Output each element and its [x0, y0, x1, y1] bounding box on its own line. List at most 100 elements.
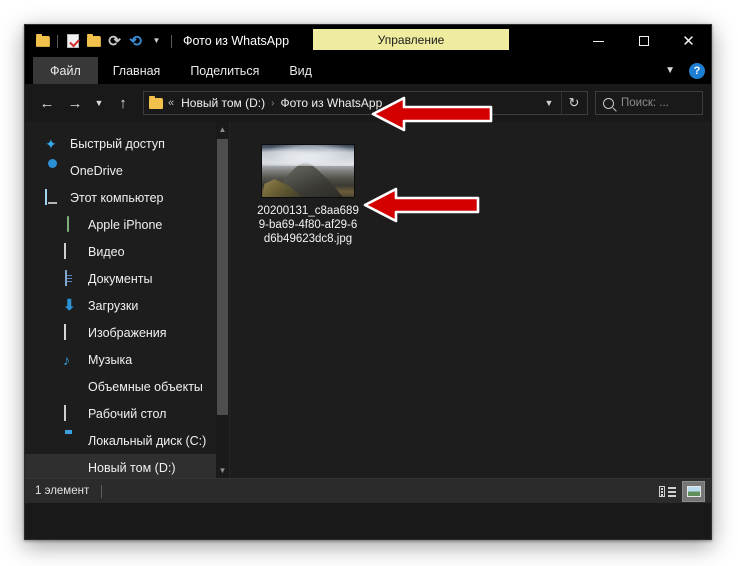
- file-name-label: 20200131_c8aa6899-ba69-4f80-af29-6d6b496…: [257, 205, 359, 245]
- documents-icon: [63, 269, 79, 287]
- sidebar-item-desktop[interactable]: Рабочий стол: [25, 400, 229, 427]
- contextual-tab-manage[interactable]: Управление: [313, 29, 509, 50]
- large-icons-view-button[interactable]: [682, 481, 705, 502]
- scroll-up-button[interactable]: ▲: [216, 122, 229, 137]
- system-drive-icon: [63, 433, 79, 449]
- recent-locations-button[interactable]: ▼: [89, 89, 109, 117]
- tab-home[interactable]: Главная: [98, 57, 176, 84]
- sidebar-item-label: Рабочий стол: [88, 406, 167, 421]
- breadcrumb-separator[interactable]: ›: [271, 98, 274, 109]
- sidebar-item-label: Изображения: [88, 325, 167, 340]
- quick-access-properties-icon[interactable]: [62, 30, 83, 52]
- sidebar-item-local-disk-c[interactable]: Локальный диск (C:): [25, 427, 229, 454]
- sidebar-item-this-pc[interactable]: Этот компьютер: [25, 184, 229, 211]
- phone-icon: [63, 215, 79, 233]
- chevron-down-icon: ▼: [152, 36, 161, 45]
- quick-access-redo-button[interactable]: ⟳: [104, 30, 125, 52]
- properties-icon: [66, 34, 79, 48]
- sidebar-item-label: Документы: [88, 271, 153, 286]
- sidebar-item-music[interactable]: ♪ Музыка: [25, 346, 229, 373]
- details-view-button[interactable]: [656, 481, 679, 502]
- ribbon-expand-button[interactable]: ▼: [661, 65, 679, 76]
- new-folder-icon: [86, 33, 101, 47]
- scrollbar-thumb[interactable]: [217, 139, 228, 415]
- file-item[interactable]: 20200131_c8aa6899-ba69-4f80-af29-6d6b496…: [254, 144, 362, 246]
- view-mode-buttons: [656, 479, 705, 504]
- status-bar: 1 элемент: [25, 478, 711, 503]
- forward-button[interactable]: →: [61, 89, 89, 117]
- pictures-icon: [63, 323, 79, 341]
- star-icon: ✦: [45, 135, 57, 152]
- file-explorer-window: ⟳ ⟲ ▼ Фото из WhatsApp Управление ✕ Файл…: [24, 24, 712, 540]
- sidebar-item-apple-iphone[interactable]: Apple iPhone: [25, 211, 229, 238]
- folder-icon: [149, 95, 163, 109]
- redo-icon: ⟳: [108, 32, 121, 50]
- sidebar-item-label: Быстрый доступ: [70, 136, 165, 151]
- 3d-objects-icon: [63, 379, 79, 395]
- tab-view[interactable]: Вид: [274, 57, 327, 84]
- scroll-down-button[interactable]: ▼: [216, 463, 229, 478]
- sidebar-item-3d-objects[interactable]: Объемные объекты: [25, 373, 229, 400]
- downloads-icon: ⬇: [63, 296, 76, 314]
- ribbon-right-controls: ▼ ?: [661, 57, 705, 84]
- sidebar-item-documents[interactable]: Документы: [25, 265, 229, 292]
- address-history-dropdown[interactable]: ▼: [538, 92, 560, 114]
- breadcrumb-item-whatsapp-photos[interactable]: Фото из WhatsApp: [277, 95, 385, 111]
- sidebar-item-downloads[interactable]: ⬇ Загрузки: [25, 292, 229, 319]
- close-button[interactable]: ✕: [666, 25, 711, 57]
- sidebar-item-label: Apple iPhone: [88, 217, 163, 232]
- sidebar-item-quick-access[interactable]: ✦ Быстрый доступ: [25, 130, 229, 157]
- back-button[interactable]: ←: [33, 89, 61, 117]
- details-view-icon: [659, 486, 676, 497]
- sidebar-item-label: Новый том (D:): [88, 460, 176, 475]
- window-title: Фото из WhatsApp: [183, 34, 290, 48]
- sidebar-item-label: OneDrive: [70, 163, 123, 178]
- window-body: ✦ Быстрый доступ OneDrive Этот компьютер…: [25, 122, 711, 478]
- large-icons-view-icon: [686, 486, 701, 497]
- navigation-bar: ← → ▼ ↑ « Новый том (D:) › Фото из Whats…: [25, 84, 711, 122]
- sidebar-item-label: Музыка: [88, 352, 133, 367]
- quick-access-undo-button[interactable]: ⟲: [125, 30, 146, 52]
- quick-access-new-folder-icon[interactable]: [83, 30, 104, 52]
- minimize-button[interactable]: [576, 25, 621, 57]
- breadcrumb-item-drive-d[interactable]: Новый том (D:): [178, 95, 268, 111]
- sidebar-item-pictures[interactable]: Изображения: [25, 319, 229, 346]
- sidebar-scrollbar[interactable]: ▲ ▼: [216, 122, 229, 478]
- toolbar-divider-2: [171, 34, 172, 48]
- tab-share[interactable]: Поделиться: [175, 57, 274, 84]
- drive-icon: [63, 460, 79, 476]
- title-bar: ⟳ ⟲ ▼ Фото из WhatsApp Управление ✕: [25, 25, 711, 57]
- maximize-icon: [638, 36, 649, 46]
- up-button[interactable]: ↑: [109, 89, 137, 117]
- address-bar[interactable]: « Новый том (D:) › Фото из WhatsApp ▼ ↻: [143, 91, 588, 115]
- sidebar-item-label: Этот компьютер: [70, 190, 164, 205]
- toolbar-divider: [57, 34, 58, 48]
- refresh-button[interactable]: ↻: [561, 92, 586, 114]
- quick-access-folder-icon[interactable]: [32, 30, 53, 52]
- sidebar-item-label: Локальный диск (C:): [88, 433, 207, 448]
- maximize-button[interactable]: [621, 25, 666, 57]
- sidebar-item-label: Загрузки: [88, 298, 139, 313]
- sidebar-item-new-volume-d[interactable]: Новый том (D:): [25, 454, 229, 478]
- breadcrumb-overflow-icon[interactable]: «: [168, 97, 174, 109]
- music-icon: ♪: [63, 351, 70, 368]
- navigation-pane: ✦ Быстрый доступ OneDrive Этот компьютер…: [25, 122, 229, 478]
- quick-access-customize-button[interactable]: ▼: [146, 30, 167, 52]
- status-item-count: 1 элемент: [35, 485, 90, 497]
- close-icon: ✕: [682, 31, 695, 50]
- file-list-pane[interactable]: 20200131_c8aa6899-ba69-4f80-af29-6d6b496…: [229, 122, 711, 478]
- caption-buttons: ✕: [576, 25, 711, 57]
- search-icon: [603, 97, 614, 109]
- this-pc-icon: [45, 188, 61, 206]
- minimize-icon: [593, 40, 604, 42]
- search-input[interactable]: Поиск: ...: [595, 91, 703, 115]
- help-button[interactable]: ?: [689, 62, 705, 79]
- sidebar-item-label: Видео: [88, 244, 125, 259]
- cloud-icon: [45, 163, 61, 179]
- desktop-icon: [63, 404, 79, 422]
- sidebar-item-onedrive[interactable]: OneDrive: [25, 157, 229, 184]
- undo-icon: ⟲: [129, 32, 142, 50]
- tab-file[interactable]: Файл: [33, 57, 98, 84]
- file-thumbnail-image[interactable]: [261, 144, 355, 198]
- sidebar-item-videos[interactable]: Видео: [25, 238, 229, 265]
